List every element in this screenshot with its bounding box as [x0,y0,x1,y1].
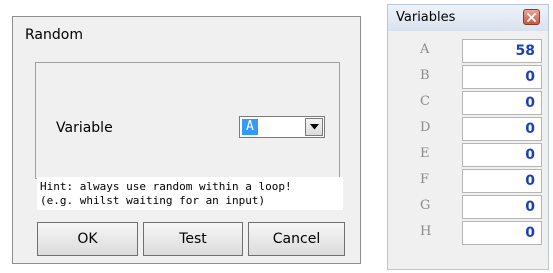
hint-line: (e.g. whilst waiting for an input) [40,194,266,207]
variable-value: 0 [462,169,542,193]
variable-name: C [420,94,430,109]
ok-button[interactable]: OK [37,222,138,256]
variable-value: 0 [462,91,542,115]
variables-titlebar: Variables [388,5,548,31]
variable-name: E [420,146,430,161]
close-icon[interactable] [523,9,540,25]
variable-row: A 58 [398,38,543,64]
variable-row: D 0 [398,116,543,142]
variable-row: B 0 [398,64,543,90]
variable-select-value: A [242,119,258,135]
variable-name: D [420,120,431,135]
variable-name: G [420,198,431,213]
variable-value: 58 [462,39,542,63]
variable-row: F 0 [398,168,543,194]
variable-value: 0 [462,117,542,141]
variable-row: H 0 [398,220,543,246]
variable-row: G 0 [398,194,543,220]
cancel-button[interactable]: Cancel [248,222,345,256]
variable-name: B [420,68,430,83]
test-button[interactable]: Test [143,222,243,256]
variable-row: C 0 [398,90,543,116]
variable-value: 0 [462,195,542,219]
hint-line: Hint: always use random within a loop! [40,180,292,193]
hint-text: Hint: always use random within a loop! (… [37,177,343,210]
variable-value: 0 [462,221,542,245]
variable-name: F [420,172,430,187]
variable-value: 0 [462,143,542,167]
variable-value: 0 [462,65,542,89]
variable-label: Variable [56,120,113,136]
variables-panel: Variables A 58 B 0 C 0 D 0 E 0 F 0 G 0 H… [387,4,549,270]
variable-select[interactable]: A [239,116,325,138]
variables-grid: A 58 B 0 C 0 D 0 E 0 F 0 G 0 H 0 [398,38,543,246]
chevron-down-icon[interactable] [305,118,323,136]
variable-groupbox: Variable A [35,62,340,179]
variable-name: H [420,224,432,239]
variable-name: A [420,42,430,57]
dialog-title: Random [25,27,83,43]
variables-title: Variables [396,10,456,25]
variable-row: E 0 [398,142,543,168]
random-dialog: Random Variable A Hint: always use rando… [12,16,361,264]
